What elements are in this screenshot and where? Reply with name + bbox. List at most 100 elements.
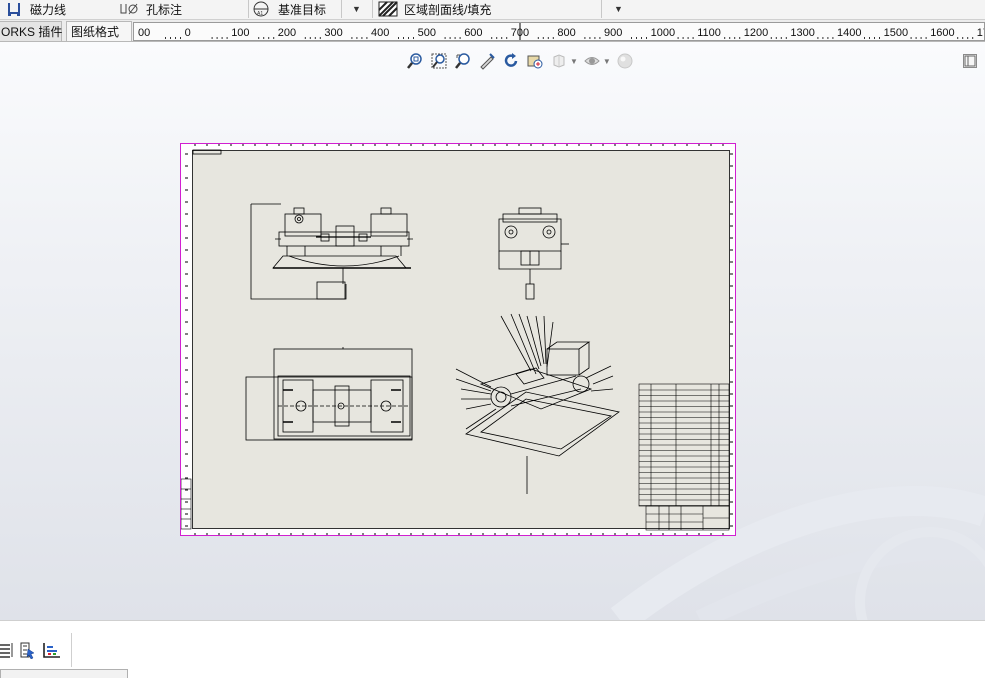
ruler-tick-mark (785, 37, 787, 39)
ruler-tick-label: 00 (138, 27, 150, 39)
ruler-tick-mark (221, 37, 223, 39)
appearance-icon[interactable] (615, 51, 635, 71)
ruler-tick-mark (692, 37, 694, 39)
ruler-tick-mark (925, 37, 927, 39)
ruler-tick-mark (226, 37, 228, 39)
ruler-tick-mark (589, 37, 591, 39)
ruler-tick-mark (459, 37, 461, 39)
tab-solidworks-addins[interactable]: ORKS 插件 (0, 21, 62, 41)
ruler-tick-label: 400 (371, 27, 389, 39)
ruler-tick-mark (677, 37, 679, 39)
sheet-tab-bar[interactable] (0, 669, 128, 678)
ruler-tick-mark (879, 37, 880, 39)
tab-label: 图纸格式 (71, 25, 120, 39)
ruler-tick-mark (454, 37, 456, 39)
ruler-tick-label: 1300 (790, 27, 814, 39)
ruler-tick-mark (734, 37, 736, 39)
grid-icon[interactable] (42, 641, 62, 659)
ruler-tick-mark (972, 37, 974, 39)
graphics-area[interactable]: ▼ ▼ (0, 42, 985, 620)
ruler-tick-label: 200 (278, 27, 296, 39)
ruler-tick-label: 1200 (744, 27, 768, 39)
pan-icon[interactable] (525, 51, 545, 71)
ruler-tick-mark (273, 37, 275, 39)
task-pane-toggle-icon[interactable] (963, 54, 977, 68)
magnetic-line-label: 磁力线 (30, 2, 67, 17)
magnetic-line-button[interactable]: 磁力线 (6, 0, 66, 18)
ruler-tick-mark (910, 37, 912, 39)
ruler-tick-mark (449, 37, 451, 39)
ruler-tick-label: 1500 (884, 27, 908, 39)
hole-callout-icon (120, 3, 138, 15)
zoom-to-area-icon[interactable] (429, 51, 449, 71)
ruler-tick-mark (258, 37, 260, 39)
top-view[interactable] (245, 347, 413, 441)
hole-callout-button[interactable]: 孔标注 (120, 0, 182, 18)
ruler-tick-mark (962, 37, 964, 39)
snap-icon[interactable] (20, 641, 36, 660)
bill-of-materials[interactable] (638, 383, 730, 507)
title-block[interactable] (645, 505, 730, 531)
drawing-content (181, 144, 733, 535)
ruler-tick-mark (408, 37, 409, 39)
ruler-tick-mark (413, 37, 414, 39)
tab-sheet-format[interactable]: 图纸格式 (66, 21, 132, 41)
ruler-tick-mark (175, 37, 176, 39)
ruler-tick-mark (646, 37, 647, 39)
ruler-tick-label: 300 (324, 27, 342, 39)
zoom-to-fit-icon[interactable] (405, 51, 425, 71)
ruler-tick-label: 1400 (837, 27, 861, 39)
front-view[interactable] (250, 203, 413, 300)
ruler-tick-mark (506, 37, 508, 39)
select-icon[interactable] (477, 51, 497, 71)
area-hatch-label: 区域剖面线/填充 (404, 2, 492, 17)
hide-show-items-icon[interactable] (582, 51, 602, 71)
ruler-tick-mark (216, 37, 218, 39)
datum-target-label: 基准目标 (278, 2, 327, 17)
horizontal-ruler: 00 0 100 200 300 400 500 600 700 800 900 1000 1100 12… (133, 22, 985, 41)
ruler-tick-mark (263, 37, 265, 39)
ruler-tick-label: 1600 (930, 27, 954, 39)
ruler-tick-mark (351, 37, 353, 39)
ruler-tick-mark (817, 37, 819, 39)
side-view[interactable] (498, 207, 569, 300)
ruler-tick-mark (599, 37, 601, 39)
ruler-tick-mark (775, 37, 777, 39)
ruler-tick-mark (770, 37, 772, 39)
ruler-tick-mark (319, 37, 321, 39)
ruler-tick-mark (309, 37, 311, 39)
ruler-tick-label: 1100 (697, 27, 721, 39)
drawing-sheet[interactable] (180, 143, 736, 536)
ruler-tick-mark (314, 37, 316, 39)
caret-down-icon[interactable]: ▼ (603, 57, 611, 66)
ruler-tick-mark (729, 37, 731, 39)
ruler-tick-mark (864, 37, 865, 39)
rotate-icon[interactable] (501, 51, 521, 71)
align-icon[interactable] (0, 642, 14, 658)
caret-down-icon[interactable]: ▼ (570, 57, 578, 66)
ruler-tick-mark (403, 37, 404, 39)
ruler-tick-mark (361, 37, 363, 39)
ruler-tick-mark (542, 37, 544, 39)
ruler-tick-label: 900 (604, 27, 622, 39)
caret-down-icon: ▼ (352, 4, 361, 14)
ruler-tick-mark (211, 37, 213, 39)
ruler-tick-mark (496, 37, 498, 39)
bottom-toolbar (0, 620, 985, 678)
revision-block (181, 478, 192, 530)
ruler-tick-mark (444, 37, 446, 39)
isometric-view[interactable] (455, 313, 620, 494)
zoom-in-out-icon[interactable] (453, 51, 473, 71)
ruler-tick-mark (594, 37, 596, 39)
svg-text:A1: A1 (257, 11, 263, 17)
datum-target-dropdown[interactable]: ▼ (352, 0, 361, 18)
datum-target-button[interactable]: A1 基准目标 (252, 0, 326, 18)
ruler-tick-label: 500 (418, 27, 436, 39)
display-style-icon[interactable] (549, 51, 569, 71)
ruler-tick-mark (547, 37, 549, 39)
toolbar-overflow-dropdown[interactable]: ▼ (614, 0, 623, 18)
ruler-tick-mark (631, 37, 632, 39)
ruler-tick-mark (682, 37, 684, 39)
ruler-tick-mark (165, 37, 166, 39)
area-hatch-button[interactable]: 区域剖面线/填充 (378, 0, 491, 18)
